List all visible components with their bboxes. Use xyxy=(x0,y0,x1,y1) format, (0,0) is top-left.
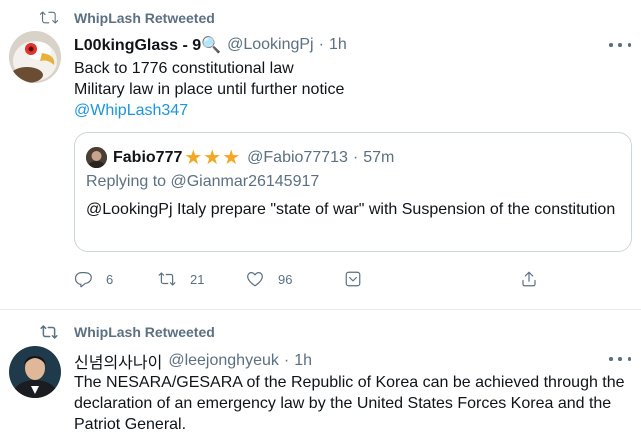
save-button[interactable] xyxy=(344,270,376,288)
save-icon xyxy=(345,271,361,287)
quoted-tweet-text: @LookingPj Italy prepare "state of war" … xyxy=(86,201,616,218)
timestamp[interactable]: 1h xyxy=(329,36,347,54)
mention-link[interactable]: @WhipLash347 xyxy=(74,100,344,121)
quoted-tweet[interactable]: Fabio777 ★★★ @Fabio77713 · 57m Replying … xyxy=(74,132,632,252)
reply-button[interactable]: 6 xyxy=(74,270,113,288)
avatar[interactable] xyxy=(9,346,61,398)
retweet-label: WhipLash Retweeted xyxy=(74,324,215,340)
retweet-context[interactable]: WhipLash Retweeted xyxy=(40,323,215,341)
retweet-button[interactable]: 21 xyxy=(158,270,204,288)
retweet-icon xyxy=(40,11,58,24)
separator-dot: · xyxy=(318,36,324,53)
timestamp[interactable]: 1h xyxy=(294,352,312,370)
heart-icon xyxy=(247,272,263,287)
avatar xyxy=(86,147,107,168)
display-name[interactable]: L00kingGlass - 9🔍 xyxy=(74,35,221,55)
retweet-context[interactable]: WhipLash Retweeted xyxy=(40,9,215,27)
avatar[interactable] xyxy=(9,31,61,83)
display-name: Fabio777 xyxy=(113,148,183,166)
star-badges: ★★★ xyxy=(184,147,242,169)
display-name[interactable]: 신념의사나이 xyxy=(74,349,162,373)
like-button[interactable]: 96 xyxy=(246,270,292,288)
quoted-avatar-image xyxy=(86,147,107,168)
more-icon[interactable] xyxy=(609,37,631,53)
user-handle[interactable]: @leejonghyeuk xyxy=(168,352,279,370)
user-handle: @Fabio77713 xyxy=(247,148,348,166)
tweet-text-line: Back to 1776 constitutional law xyxy=(74,60,294,77)
share-button[interactable] xyxy=(520,270,552,288)
quoted-tweet-header: Fabio777 ★★★ @Fabio77713 · 57m xyxy=(86,145,394,170)
timestamp: 57m xyxy=(363,148,395,166)
retweet-count: 21 xyxy=(190,271,205,287)
tweet-text: The NESARA/GESARA of the Republic of Kor… xyxy=(74,374,625,433)
eagle-avatar-image xyxy=(9,31,61,83)
tweet-actions: 6 21 96 xyxy=(74,270,544,292)
replying-to: Replying to @Gianmar26145917 xyxy=(86,173,320,190)
tweet-header: 신념의사나이 @leejonghyeuk · 1h xyxy=(74,349,312,373)
share-icon xyxy=(522,271,536,287)
separator-dot: · xyxy=(352,148,359,166)
reply-count: 6 xyxy=(106,271,114,287)
tweet-header: L00kingGlass - 9🔍 @LookingPj · 1h xyxy=(74,35,347,55)
tweet-card[interactable]: WhipLash Retweeted 신념의사나이 @leejonghyeuk … xyxy=(0,310,641,446)
profile-photo-image xyxy=(9,346,61,398)
retweet-icon xyxy=(158,272,176,286)
tweet-card[interactable]: WhipLash Retweeted L00kingGlass - 9🔍 @Lo… xyxy=(0,0,641,310)
like-count: 96 xyxy=(278,271,293,287)
more-icon[interactable] xyxy=(609,351,631,367)
tweet-text-line: Military law in place until further noti… xyxy=(74,81,345,98)
reply-icon xyxy=(74,272,92,288)
retweet-icon xyxy=(40,325,58,339)
retweet-label: WhipLash Retweeted xyxy=(74,10,215,26)
user-handle[interactable]: @LookingPj xyxy=(227,36,314,54)
separator-dot: · xyxy=(283,352,290,369)
tweet-text: Back to 1776 constitutional law Military… xyxy=(74,58,344,121)
